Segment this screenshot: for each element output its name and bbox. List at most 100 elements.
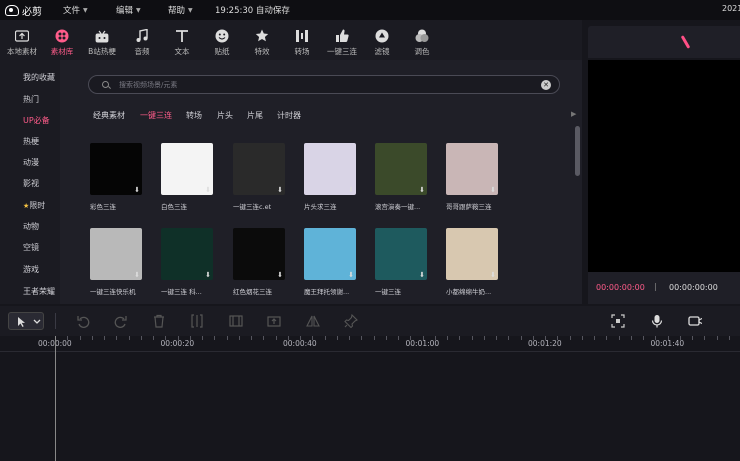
ruler-tick <box>508 336 509 340</box>
material-thumbnail[interactable]: ⬇ <box>446 143 498 195</box>
tool-material-library[interactable]: 素材库 <box>42 20 82 60</box>
material-card[interactable]: ⬇ 白色三连 <box>161 143 213 211</box>
tool-one-click-triple[interactable]: 一键三连 <box>322 20 362 60</box>
material-thumbnail[interactable]: ⬇ <box>161 143 213 195</box>
download-icon[interactable]: ⬇ <box>277 271 283 279</box>
undo-button[interactable] <box>76 314 90 328</box>
download-icon[interactable]: ⬇ <box>419 271 425 279</box>
category-scenery[interactable]: 空镜 <box>0 242 60 253</box>
category-games[interactable]: 游戏 <box>0 264 60 275</box>
material-card[interactable]: ⬇ 一键三连c.et <box>233 143 285 211</box>
category-up-essentials[interactable]: UP必备 <box>0 115 60 126</box>
material-thumbnail[interactable]: ⬇ <box>375 143 427 195</box>
download-icon[interactable]: ⬇ <box>419 186 425 194</box>
ruler-time-label: 00:00:20 <box>160 339 195 348</box>
crop-frame-button[interactable] <box>229 314 243 328</box>
download-icon[interactable]: ⬇ <box>348 186 354 194</box>
material-card[interactable]: ⬇ 一键三连 <box>375 228 427 296</box>
ruler-tick <box>594 336 595 340</box>
category-animals[interactable]: 动物 <box>0 221 60 232</box>
material-thumbnail[interactable]: ⬇ <box>233 228 285 280</box>
redo-button[interactable] <box>114 314 128 328</box>
voiceover-button[interactable] <box>650 314 664 328</box>
category-hot[interactable]: 热门 <box>0 94 60 105</box>
split-button[interactable] <box>190 314 204 328</box>
screen-record-button[interactable] <box>611 314 625 328</box>
ruler-tick <box>92 336 93 340</box>
clear-search-button[interactable]: ✕ <box>541 80 551 90</box>
search-input[interactable] <box>119 78 519 91</box>
category-favorites[interactable]: 我的收藏 <box>0 72 60 83</box>
material-thumbnail[interactable]: ⬇ <box>375 228 427 280</box>
current-timecode: 00:00:00:00 <box>596 283 645 292</box>
tool-sticker[interactable]: 贴纸 <box>202 20 242 60</box>
category-limited[interactable]: ★限时 <box>0 200 60 211</box>
material-card[interactable]: ⬇ 滚宫演奏一键... <box>375 143 427 211</box>
tool-filter[interactable]: 滤镜 <box>362 20 402 60</box>
material-thumbnail[interactable]: ⬇ <box>304 143 356 195</box>
material-thumbnail[interactable]: ⬇ <box>446 228 498 280</box>
category-honor-of-kings[interactable]: 王者荣耀 <box>0 286 60 297</box>
filter-tab-outro[interactable]: 片尾 <box>247 110 263 121</box>
cursor-icon <box>18 317 41 327</box>
filter-tab-intro[interactable]: 片头 <box>217 110 233 121</box>
playhead[interactable] <box>55 336 56 461</box>
ruler-time-label: 00:01:40 <box>650 339 685 348</box>
camera-record-button[interactable] <box>688 314 702 328</box>
tool-bilibili-memes[interactable]: B站热梗 <box>82 20 122 60</box>
transition-icon <box>295 29 309 43</box>
material-card[interactable]: ⬇ 红色烟花三连 <box>233 228 285 296</box>
tool-transition[interactable]: 转场 <box>282 20 322 60</box>
material-card[interactable]: ⬇ 一键三连 科... <box>161 228 213 296</box>
tool-effects[interactable]: 特效 <box>242 20 282 60</box>
scroll-right-arrow-icon[interactable]: ▶ <box>571 110 576 118</box>
microphone-icon <box>651 315 663 328</box>
filter-tab-transition[interactable]: 转场 <box>186 110 202 121</box>
download-icon[interactable]: ⬇ <box>277 186 283 194</box>
select-tool-button[interactable] <box>8 312 44 330</box>
tool-color-adjust[interactable]: 调色 <box>402 20 442 60</box>
menu-help[interactable]: 帮助 ▼ <box>168 4 193 16</box>
text-t-icon <box>175 29 189 43</box>
material-thumbnail[interactable]: ⬇ <box>161 228 213 280</box>
material-caption: 哥哥跟萨鞍三连 <box>446 203 492 211</box>
tool-audio[interactable]: 音频 <box>122 20 162 60</box>
material-thumbnail[interactable]: ⬇ <box>233 143 285 195</box>
material-thumbnail[interactable]: ⬇ <box>304 228 356 280</box>
ruler-tick <box>104 336 105 340</box>
mirror-button[interactable] <box>306 314 320 328</box>
panel-scrollbar[interactable] <box>575 126 580 176</box>
category-anime[interactable]: 动漫 <box>0 157 60 168</box>
download-icon[interactable]: ⬇ <box>348 271 354 279</box>
download-icon[interactable]: ⬇ <box>134 271 140 279</box>
material-card[interactable]: ⬇ 彩色三连 <box>90 143 142 211</box>
tool-local-media[interactable]: 本地素材 <box>2 20 42 60</box>
download-icon[interactable]: ⬇ <box>490 271 496 279</box>
download-icon[interactable]: ⬇ <box>205 186 211 194</box>
category-film[interactable]: 影视 <box>0 178 60 189</box>
material-thumbnail[interactable]: ⬇ <box>90 228 142 280</box>
search-bar[interactable]: ✕ <box>88 75 560 94</box>
tool-text[interactable]: 文本 <box>162 20 202 60</box>
category-memes[interactable]: 热梗 <box>0 136 60 147</box>
filter-tab-triple[interactable]: 一键三连 <box>140 110 172 121</box>
download-icon[interactable]: ⬇ <box>490 186 496 194</box>
material-card[interactable]: ⬇ 一键三连快乐机 <box>90 228 142 296</box>
timeline-ruler[interactable] <box>0 336 740 352</box>
delete-button[interactable] <box>152 314 166 328</box>
filter-tab-timer[interactable]: 计时器 <box>277 110 301 121</box>
scan-frame-icon <box>611 314 625 328</box>
material-card[interactable]: ⬇ 小都绵绵牛奶... <box>446 228 498 296</box>
timeline-tracks[interactable] <box>0 352 740 461</box>
replace-button[interactable] <box>267 314 281 328</box>
material-card[interactable]: ⬇ 哥哥跟萨鞍三连 <box>446 143 498 211</box>
material-card[interactable]: ⬇ 魔王拜托领谢... <box>304 228 356 296</box>
material-thumbnail[interactable]: ⬇ <box>90 143 142 195</box>
pin-button[interactable] <box>344 314 358 328</box>
download-icon[interactable]: ⬇ <box>205 271 211 279</box>
material-card[interactable]: ⬇ 片头求三连 <box>304 143 356 211</box>
filter-tab-classic[interactable]: 经典素材 <box>93 110 125 121</box>
menu-edit[interactable]: 编辑 ▼ <box>116 4 141 16</box>
download-icon[interactable]: ⬇ <box>134 186 140 194</box>
menu-file[interactable]: 文件 ▼ <box>63 4 88 16</box>
